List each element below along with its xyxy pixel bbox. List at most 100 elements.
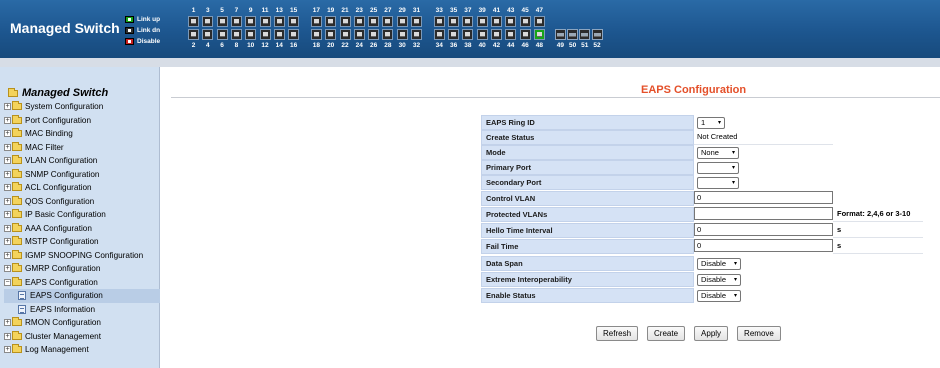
data-span-select[interactable]: Disable ▾ [697, 257, 741, 270]
port-5-icon[interactable] [216, 16, 228, 27]
port-42-icon[interactable] [491, 29, 502, 40]
port-1-icon[interactable] [188, 16, 199, 27]
sidebar-item-eaps-configuration[interactable]: − EAPS Configuration [4, 276, 160, 290]
expand-icon[interactable]: + [4, 238, 11, 246]
sidebar-item-rmon-configuration[interactable]: + RMON Configuration [4, 316, 160, 330]
apply-button[interactable]: Apply [694, 326, 729, 341]
port-50-icon[interactable] [567, 29, 579, 40]
port-51-icon[interactable] [579, 29, 591, 40]
port-36-icon[interactable] [448, 29, 460, 40]
expand-icon[interactable]: + [4, 116, 11, 124]
expand-icon[interactable]: + [4, 346, 11, 354]
port-44-icon[interactable] [505, 29, 517, 40]
port-52-icon[interactable] [591, 29, 603, 40]
sidebar-item-igmp-snooping-configuration[interactable]: + IGMP SNOOPING Configuration [4, 249, 160, 263]
port-20-icon[interactable] [325, 29, 337, 40]
enable-status-select[interactable]: Disable ▾ [697, 289, 741, 302]
port-33-icon[interactable] [433, 16, 445, 27]
port-43-icon[interactable] [505, 16, 517, 27]
expand-icon[interactable]: + [4, 319, 11, 327]
port-41-icon[interactable] [491, 16, 502, 27]
expand-icon[interactable]: + [4, 224, 11, 232]
refresh-button[interactable]: Refresh [596, 326, 639, 341]
sidebar-item-cluster-management[interactable]: + Cluster Management [4, 330, 160, 344]
expand-icon[interactable]: + [4, 211, 11, 219]
port-17-icon[interactable] [310, 16, 322, 27]
port-38-icon[interactable] [462, 29, 474, 40]
port-23-icon[interactable] [353, 16, 365, 27]
create-button[interactable]: Create [647, 326, 686, 341]
sidebar-item-gmrp-configuration[interactable]: + GMRP Configuration [4, 262, 160, 276]
port-48-icon[interactable] [533, 29, 545, 40]
sidebar-item-mac-binding[interactable]: + MAC Binding [4, 127, 160, 141]
expand-icon[interactable]: + [4, 130, 11, 138]
port-45-icon[interactable] [519, 16, 531, 27]
port-26-icon[interactable] [368, 29, 380, 40]
sidebar-item-log-management[interactable]: + Log Management [4, 343, 160, 357]
port-28-icon[interactable] [382, 29, 394, 40]
fail-time-input[interactable]: 0 [694, 239, 833, 252]
expand-icon[interactable]: + [4, 184, 11, 192]
primary-port-select[interactable]: ▾ [697, 161, 739, 174]
hello-time-input[interactable]: 0 [694, 223, 833, 236]
sidebar-subitem-eaps-information[interactable]: EAPS Information [4, 303, 160, 317]
expand-icon[interactable]: + [4, 251, 11, 259]
port-2-icon[interactable] [188, 29, 199, 40]
sidebar-item-acl-configuration[interactable]: + ACL Configuration [4, 181, 160, 195]
port-3-icon[interactable] [202, 16, 214, 27]
port-8-icon[interactable] [230, 29, 242, 40]
port-21-icon[interactable] [339, 16, 351, 27]
expand-icon[interactable]: + [4, 157, 11, 165]
port-7-icon[interactable] [230, 16, 242, 27]
port-46-icon[interactable] [519, 29, 531, 40]
control-vlan-input[interactable]: 0 [694, 191, 833, 204]
sidebar-item-vlan-configuration[interactable]: + VLAN Configuration [4, 154, 160, 168]
port-22-icon[interactable] [339, 29, 351, 40]
port-29-icon[interactable] [396, 16, 408, 27]
port-40-icon[interactable] [476, 29, 488, 40]
ring-id-select[interactable]: 1 ▾ [697, 116, 725, 129]
port-19-icon[interactable] [325, 16, 337, 27]
extreme-interop-select[interactable]: Disable ▾ [697, 273, 741, 286]
port-49-icon[interactable] [554, 29, 566, 40]
port-27-icon[interactable] [382, 16, 394, 27]
collapse-icon[interactable]: − [4, 278, 11, 286]
expand-icon[interactable]: + [4, 103, 11, 111]
sidebar-item-mac-filter[interactable]: + MAC Filter [4, 141, 160, 155]
secondary-port-select[interactable]: ▾ [697, 176, 739, 189]
expand-icon[interactable]: + [4, 265, 11, 273]
sidebar-item-qos-configuration[interactable]: + QOS Configuration [4, 195, 160, 209]
port-10-icon[interactable] [245, 29, 257, 40]
port-18-icon[interactable] [310, 29, 322, 40]
sidebar-subitem-eaps-configuration[interactable]: EAPS Configuration [4, 289, 160, 303]
sidebar-title[interactable]: Managed Switch [8, 87, 108, 99]
port-12-icon[interactable] [259, 29, 271, 40]
port-37-icon[interactable] [462, 16, 474, 27]
port-11-icon[interactable] [259, 16, 271, 27]
port-14-icon[interactable] [273, 29, 285, 40]
remove-button[interactable]: Remove [737, 326, 781, 341]
port-9-icon[interactable] [245, 16, 257, 27]
port-24-icon[interactable] [353, 29, 365, 40]
expand-icon[interactable]: + [4, 143, 11, 151]
port-30-icon[interactable] [396, 29, 408, 40]
sidebar-item-ip-basic-configuration[interactable]: + IP Basic Configuration [4, 208, 160, 222]
sidebar-item-system-configuration[interactable]: + System Configuration [4, 100, 160, 114]
sidebar-item-snmp-configuration[interactable]: + SNMP Configuration [4, 168, 160, 182]
sidebar-item-aaa-configuration[interactable]: + AAA Configuration [4, 222, 160, 236]
port-4-icon[interactable] [202, 29, 214, 40]
expand-icon[interactable]: + [4, 170, 11, 178]
sidebar-item-mstp-configuration[interactable]: + MSTP Configuration [4, 235, 160, 249]
port-15-icon[interactable] [288, 16, 300, 27]
port-39-icon[interactable] [476, 16, 488, 27]
sidebar-item-port-configuration[interactable]: + Port Configuration [4, 114, 160, 128]
expand-icon[interactable]: + [4, 332, 11, 340]
port-32-icon[interactable] [411, 29, 422, 40]
protected-vlans-input[interactable] [694, 207, 833, 220]
port-13-icon[interactable] [273, 16, 285, 27]
port-6-icon[interactable] [216, 29, 228, 40]
port-35-icon[interactable] [448, 16, 460, 27]
port-47-icon[interactable] [533, 16, 545, 27]
expand-icon[interactable]: + [4, 197, 11, 205]
port-34-icon[interactable] [433, 29, 445, 40]
